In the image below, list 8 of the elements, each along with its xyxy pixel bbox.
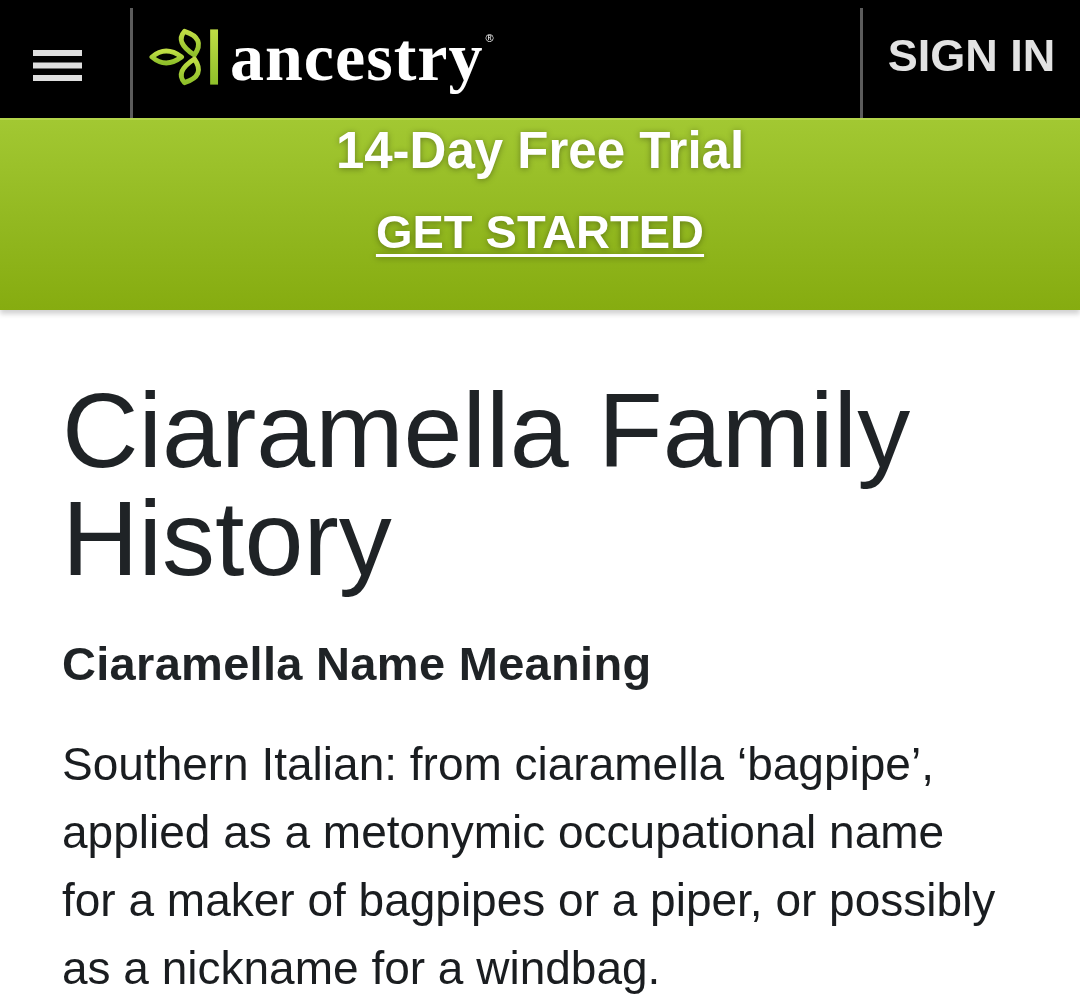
sign-in-button[interactable]: SIGN IN: [863, 0, 1080, 118]
page-title: Ciaramella Family History: [62, 370, 912, 599]
section-heading: Ciaramella Name Meaning: [62, 636, 652, 692]
menu-icon: [32, 49, 82, 81]
logo-link[interactable]: ancestry$^{®}$: [149, 0, 495, 118]
promo-title: 14-Day Free Trial: [335, 123, 745, 179]
section-paragraph: Southern Italian: from ciaramella ‘bagpipe’, applied as a metonymic occupational name for a maker of bagpipes or a piper, or possibly as a nickname for a windbag.: [62, 737, 997, 996]
leaf-logo-icon: [149, 28, 220, 86]
